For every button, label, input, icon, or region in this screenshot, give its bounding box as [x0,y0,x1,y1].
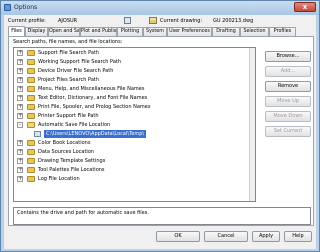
tree-item-label: Automatic Save File Location [38,122,111,128]
tree-item-label: Data Sources Location [38,149,95,155]
auto-save-path[interactable]: C:\Users\LENOVO\AppData\Local\Temp\ [44,130,147,138]
tree-item[interactable]: + Device Driver File Search Path [14,67,249,75]
search-paths-heading: Search paths, file names, and file locat… [13,39,123,45]
tree-item[interactable]: + Color Book Locations [14,139,249,147]
apply-button[interactable]: Apply [252,231,280,242]
tree-item[interactable]: + Drawing Template Settings [14,157,249,165]
expand-icon[interactable]: + [17,68,23,74]
browse-button[interactable]: Browse... [265,51,311,62]
expand-icon[interactable]: + [17,149,23,155]
expand-icon[interactable]: + [17,50,23,56]
tab-drafting[interactable]: Drafting [212,27,240,36]
folder-icon [27,113,35,119]
tab-selection[interactable]: Selection [240,27,269,36]
folder-icon [27,68,35,74]
folder-icon [27,176,35,182]
files-tab-panel: Search paths, file names, and file locat… [8,36,314,226]
folder-icon [27,140,35,146]
expand-icon[interactable]: + [17,95,23,101]
expand-icon[interactable]: + [17,140,23,146]
tree-item[interactable]: + Working Support File Search Path [14,58,249,66]
move-up-button[interactable]: Move Up [265,96,311,107]
folder-icon [27,167,35,173]
title-bar: Options x [1,1,319,15]
tree-item-label: Project Files Search Path [38,77,100,83]
tree-item[interactable]: + Project Files Search Path [14,76,249,84]
tree-item-label: Support File Search Path [38,50,100,56]
expand-icon[interactable]: + [17,77,23,83]
window-title: Options [14,4,38,11]
profile-icon [124,17,131,24]
file-locations-tree[interactable]: + Support File Search Path + Working Sup… [13,47,256,202]
folder-open-icon [27,122,35,128]
current-drawing-label: Current drawing: [160,18,203,24]
tab-display[interactable]: Display [25,27,48,36]
close-button[interactable]: x [294,2,316,12]
tree-item-label: Working Support File Search Path [38,59,122,65]
dialog-body: Current profile: AJOSUR Current drawing:… [4,15,316,249]
folder-icon [27,86,35,92]
folder-icon [27,149,35,155]
add-button[interactable]: Add... [265,66,311,77]
tree-item[interactable]: + Support File Search Path [14,49,249,57]
tab-files[interactable]: Files [8,26,25,36]
current-profile-value: AJOSUR [58,18,78,24]
expand-icon[interactable]: + [17,86,23,92]
folder-icon [27,95,35,101]
app-icon [4,4,11,11]
tree-item-label: Color Book Locations [38,140,91,146]
tree-item[interactable]: + Log File Location [14,175,249,183]
tree-item-label: Log File Location [38,176,80,182]
current-drawing-value: GU 200213.dwg [213,18,254,24]
expand-icon[interactable]: + [17,158,23,164]
description-text: Contains the drive and path for automati… [17,210,149,216]
tree-item-label: Drawing Template Settings [38,158,106,164]
remove-button[interactable]: Remove [265,81,311,92]
tab-user-preferences[interactable]: User Preferences [167,27,212,36]
expand-icon[interactable]: + [17,59,23,65]
folder-icon [27,50,35,56]
move-down-button[interactable]: Move Down [265,111,311,122]
tree-item[interactable]: + Print File, Spooler, and Prolog Sectio… [14,103,249,111]
tree-vertical-scrollbar[interactable] [249,48,255,201]
tab-plotting[interactable]: Plotting [117,27,143,36]
ok-button[interactable]: OK [156,231,200,242]
tree-item[interactable]: - Automatic Save File Location [14,121,249,129]
expand-icon[interactable]: + [17,104,23,110]
cancel-button[interactable]: Cancel [204,231,248,242]
tree-item[interactable]: + Tool Palettes File Locations [14,166,249,174]
drawing-icon [149,17,157,24]
folder-icon [27,77,35,83]
tab-plot-and-publish[interactable]: Plot and Publish [80,27,117,36]
tree-item-label: Text Editor, Dictionary, and Font File N… [38,95,148,101]
path-icon [34,131,41,137]
collapse-icon[interactable]: - [17,122,23,128]
tree-item-label: Printer Support File Path [38,113,99,119]
tree-item[interactable]: + Printer Support File Path [14,112,249,120]
tab-profiles[interactable]: Profiles [269,27,296,36]
description-box: Contains the drive and path for automati… [13,207,311,225]
expand-icon[interactable]: + [17,176,23,182]
tree-item-label: Tool Palettes File Locations [38,167,105,173]
expand-icon[interactable]: + [17,167,23,173]
tab-system[interactable]: System [143,27,167,36]
help-button[interactable]: Help [284,231,312,242]
tree-item[interactable]: + Data Sources Location [14,148,249,156]
current-profile-label: Current profile: [8,18,46,24]
options-window: Options x Current profile: AJOSUR Curren… [0,0,320,252]
set-current-button[interactable]: Set Current [265,126,311,137]
tree-item-label: Menu, Help, and Miscellaneous File Names [38,86,145,92]
tree-item[interactable]: + Text Editor, Dictionary, and Font File… [14,94,249,102]
tree-item-label: Device Driver File Search Path [38,68,114,74]
tab-strip: Files Display Open and Save Plot and Pub… [8,26,314,36]
tree-item-selected-path[interactable]: C:\Users\LENOVO\AppData\Local\Temp\ [14,130,249,138]
expand-icon[interactable]: + [17,113,23,119]
tree-item[interactable]: + Menu, Help, and Miscellaneous File Nam… [14,85,249,93]
tree-item-label: Print File, Spooler, and Prolog Section … [38,104,151,110]
folder-icon [27,104,35,110]
folder-icon [27,158,35,164]
tab-open-and-save[interactable]: Open and Save [48,27,80,36]
folder-icon [27,59,35,65]
